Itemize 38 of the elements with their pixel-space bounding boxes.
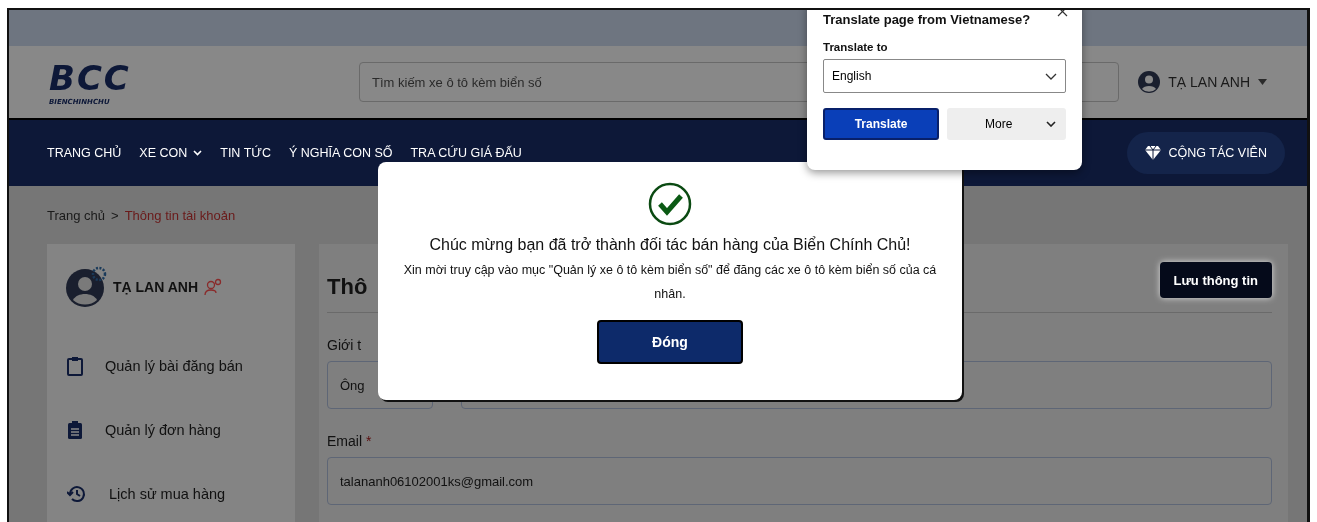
email-field[interactable]: talananh06102001ks@gmail.com [327, 457, 1272, 505]
more-button[interactable]: More [947, 108, 1066, 140]
nav-link[interactable]: TRANG CHỦ [47, 146, 122, 160]
user-name: TẠ LAN ANH [113, 279, 199, 295]
clipboard-list-icon [67, 420, 83, 440]
page-title: Thô [327, 273, 368, 300]
user-avatar-icon [65, 266, 107, 308]
dialog-title: Chúc mừng bạn đã trở thành đối tác bán hàng của Biển Chính Chủ! [429, 236, 911, 254]
sidebar-item[interactable]: Quản lý bài đăng bán [65, 334, 277, 398]
diamond-icon [1144, 146, 1161, 160]
nav-link[interactable]: TRA CỨU GIÁ ĐẤU [410, 146, 522, 160]
field-label: Translate to [823, 41, 889, 53]
language-select[interactable]: English [823, 59, 1066, 93]
user-avatar-icon [1138, 71, 1161, 93]
save-button[interactable]: Lưu thông tin [1159, 262, 1272, 298]
field-label: Email [327, 433, 362, 449]
field-label: Giới t [327, 337, 362, 353]
nav-link[interactable]: TIN TỨC [220, 146, 271, 160]
caret-icon[interactable] [1258, 79, 1267, 85]
dialog-message: Xin mời truy cập vào mục "Quản lý xe ô tô kèm biển số" để đăng các xe ô tô kèm biển số của cá nhân. [402, 262, 938, 303]
collaborator-button[interactable]: CỘNG TÁC VIÊN [1126, 132, 1285, 174]
breadcrumb-link[interactable]: Trang chủ [47, 207, 106, 223]
chevron-down-icon [1045, 72, 1057, 80]
popup-title: Translate page from Vietnamese? [823, 12, 1032, 27]
sidebar-item[interactable]: Lịch sử mua hàng [65, 462, 277, 522]
nav-link[interactable]: XE CON [139, 146, 203, 160]
clipboard-icon [67, 356, 83, 376]
check-circle-icon [648, 182, 692, 226]
nav-link[interactable]: Ý NGHĨA CON SỐ [289, 146, 393, 160]
sidebar-item[interactable]: Quản lý đơn hàng [65, 398, 277, 462]
history-icon [67, 484, 87, 504]
chevron-down-icon [1046, 121, 1056, 127]
required-mark: * [366, 433, 372, 449]
user-settings-icon[interactable] [204, 278, 223, 296]
close-button[interactable]: Đóng [597, 320, 743, 364]
translate-button[interactable]: Translate [823, 108, 939, 140]
breadcrumb-separator: > [111, 207, 119, 223]
user-name[interactable]: TẠ LAN ANH [1168, 74, 1250, 90]
